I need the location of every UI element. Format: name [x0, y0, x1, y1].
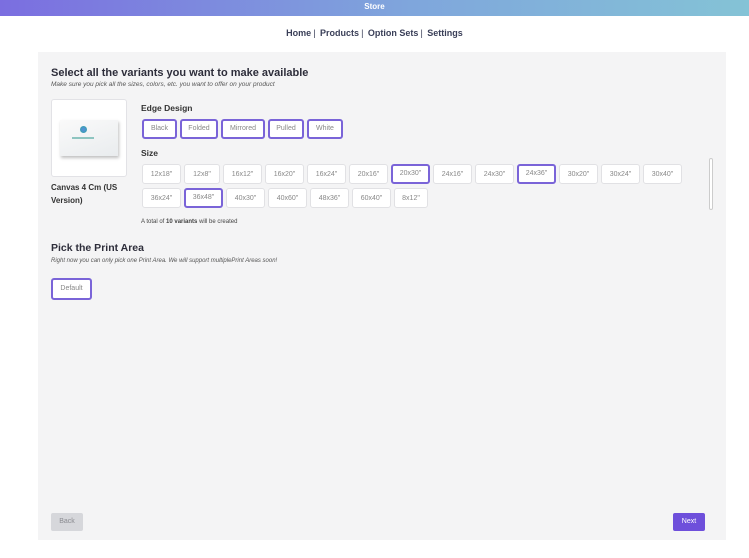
- back-button[interactable]: Back: [51, 513, 83, 531]
- size-option[interactable]: 30x20": [559, 164, 598, 184]
- size-option[interactable]: 30x24": [601, 164, 640, 184]
- variants-subheading: Make sure you pick all the sizes, colors…: [51, 81, 275, 88]
- product-image-card: [51, 99, 127, 177]
- size-option[interactable]: 40x30": [226, 188, 265, 208]
- nav-settings[interactable]: Settings: [427, 28, 463, 38]
- size-option[interactable]: 20x30": [391, 164, 430, 184]
- edge-option-folded[interactable]: Folded: [180, 119, 218, 139]
- edge-option-black[interactable]: Black: [142, 119, 177, 139]
- note-prefix: A total of: [141, 219, 165, 225]
- options-scrollbar[interactable]: [709, 158, 713, 210]
- edge-option-white[interactable]: White: [307, 119, 343, 139]
- variant-count: 10 variants: [166, 219, 198, 225]
- size-label: Size: [141, 148, 159, 158]
- size-option[interactable]: 12x8": [184, 164, 220, 184]
- size-option[interactable]: 24x36": [517, 164, 556, 184]
- edge-design-label: Edge Design: [141, 103, 193, 113]
- note-suffix: will be created: [199, 219, 238, 225]
- size-option[interactable]: 40x60": [268, 188, 307, 208]
- size-option[interactable]: 48x36": [310, 188, 349, 208]
- logo-text-line: [72, 137, 94, 139]
- size-option[interactable]: 60x40": [352, 188, 391, 208]
- nav-option-sets[interactable]: Option Sets: [368, 28, 419, 38]
- size-option[interactable]: 30x40": [643, 164, 682, 184]
- size-option[interactable]: 36x24": [142, 188, 181, 208]
- print-area-heading: Pick the Print Area: [51, 242, 144, 254]
- logo-icon: [80, 126, 87, 133]
- app-title: Store: [364, 2, 385, 11]
- product-name: Canvas 4 Cm (US Version): [51, 183, 118, 205]
- variants-heading: Select all the variants you want to make…: [51, 67, 309, 79]
- nav-home[interactable]: Home: [286, 28, 311, 38]
- nav-products[interactable]: Products: [320, 28, 359, 38]
- size-option[interactable]: 16x20": [265, 164, 304, 184]
- size-option[interactable]: 24x30": [475, 164, 514, 184]
- edge-option-pulled[interactable]: Pulled: [268, 119, 304, 139]
- size-option[interactable]: 20x16": [349, 164, 388, 184]
- size-option[interactable]: 16x12": [223, 164, 262, 184]
- size-option[interactable]: 24x16": [433, 164, 472, 184]
- size-option[interactable]: 12x18": [142, 164, 181, 184]
- variant-total-note: A total of 10 variants will be created: [141, 219, 237, 225]
- print-area-option-default[interactable]: Default: [51, 278, 92, 300]
- size-option[interactable]: 8x12": [394, 188, 428, 208]
- size-option[interactable]: 36x48": [184, 188, 223, 208]
- app-title-bar: Store: [0, 0, 749, 16]
- next-button[interactable]: Next: [673, 513, 705, 531]
- edge-option-mirrored[interactable]: Mirrored: [221, 119, 265, 139]
- print-area-subheading: Right now you can only pick one Print Ar…: [51, 258, 278, 264]
- main-nav: Home | Products | Option Sets | Settings: [286, 28, 463, 38]
- size-option[interactable]: 16x24": [307, 164, 346, 184]
